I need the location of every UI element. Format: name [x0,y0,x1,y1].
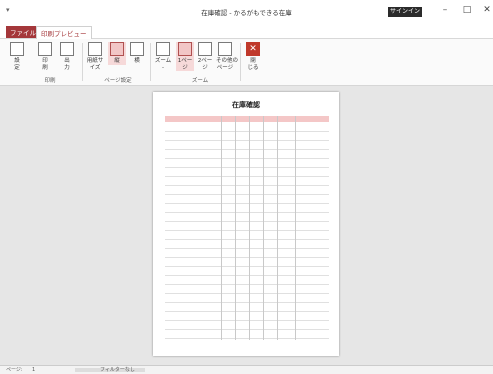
maximize-icon[interactable]: □ [460,5,474,15]
report-table [165,116,329,340]
table-row [165,249,329,258]
paper-size-icon [88,42,102,56]
table-column-line [263,116,264,340]
table-column-line [277,116,278,340]
table-row [165,186,329,195]
table-row [165,222,329,231]
tab-file[interactable]: ファイル [6,26,40,38]
table-header [165,116,329,122]
print-button[interactable]: 印 刷 [36,42,54,71]
printer-icon [38,42,52,56]
table-column-line [221,116,222,340]
sign-in-button[interactable]: サインイン [388,7,422,17]
more-pages-button[interactable]: その他の ページ [216,42,238,71]
group-zoom-label: ズーム [191,78,209,84]
table-row [165,321,329,330]
group-page-label: ページ設定 [104,78,132,84]
ribbon: 設 定 印 刷 出 力 印刷 用紙サ イズ 縦 横 ページ設定 ズーム - 1ペ… [0,39,493,86]
table-row [165,285,329,294]
portrait-icon [110,42,124,56]
portrait-button[interactable]: 縦 [108,42,126,65]
table-row [165,258,329,267]
table-row [165,267,329,276]
title-bar: ▾ 在庫確認 - かるがもできる在庫 サインイン – □ ✕ [0,0,493,22]
more-pages-icon [218,42,232,56]
table-row [165,330,329,339]
close-preview-button[interactable]: ✕ 閉 じる [244,42,262,71]
table-column-line [249,116,250,340]
page-setup-button[interactable]: 設 定 [8,42,26,71]
preview-workspace: 在庫確認 [0,86,493,365]
table-row [165,168,329,177]
minimize-icon[interactable]: – [438,5,452,15]
ribbon-tabs: ファイル 印刷プレビュー [0,24,493,39]
two-page-icon [198,42,212,56]
table-row [165,123,329,132]
landscape-icon [130,42,144,56]
table-column-line [235,116,236,340]
page-setup-icon [10,42,24,56]
tab-print-preview[interactable]: 印刷プレビュー [36,26,92,39]
one-page-button[interactable]: 1ペー ジ [176,42,194,71]
close-icon: ✕ [246,42,260,56]
ribbon-divider [240,43,241,81]
table-row [165,276,329,285]
table-row [165,150,329,159]
table-row [165,141,329,150]
ribbon-divider [150,43,151,81]
table-row [165,240,329,249]
two-page-button[interactable]: 2ペー ジ [196,42,214,71]
paper-size-button[interactable]: 用紙サ イズ [86,42,104,71]
table-row [165,204,329,213]
table-row [165,159,329,168]
table-row [165,303,329,312]
table-column-line [295,116,296,340]
zoom-button[interactable]: ズーム - [154,42,172,71]
table-row [165,312,329,321]
table-row [165,177,329,186]
report-title: 在庫確認 [232,101,260,109]
zoom-icon [156,42,170,56]
table-row [165,231,329,240]
table-row [165,132,329,141]
report-page: 在庫確認 [153,92,339,356]
ribbon-divider [82,43,83,81]
output-icon [60,42,74,56]
table-row [165,213,329,222]
group-print-label: 印刷 [44,78,56,84]
table-row [165,294,329,303]
landscape-button[interactable]: 横 [128,42,146,65]
one-page-icon [178,42,192,56]
output-button[interactable]: 出 力 [58,42,76,71]
close-window-icon[interactable]: ✕ [480,5,493,15]
table-row [165,195,329,204]
